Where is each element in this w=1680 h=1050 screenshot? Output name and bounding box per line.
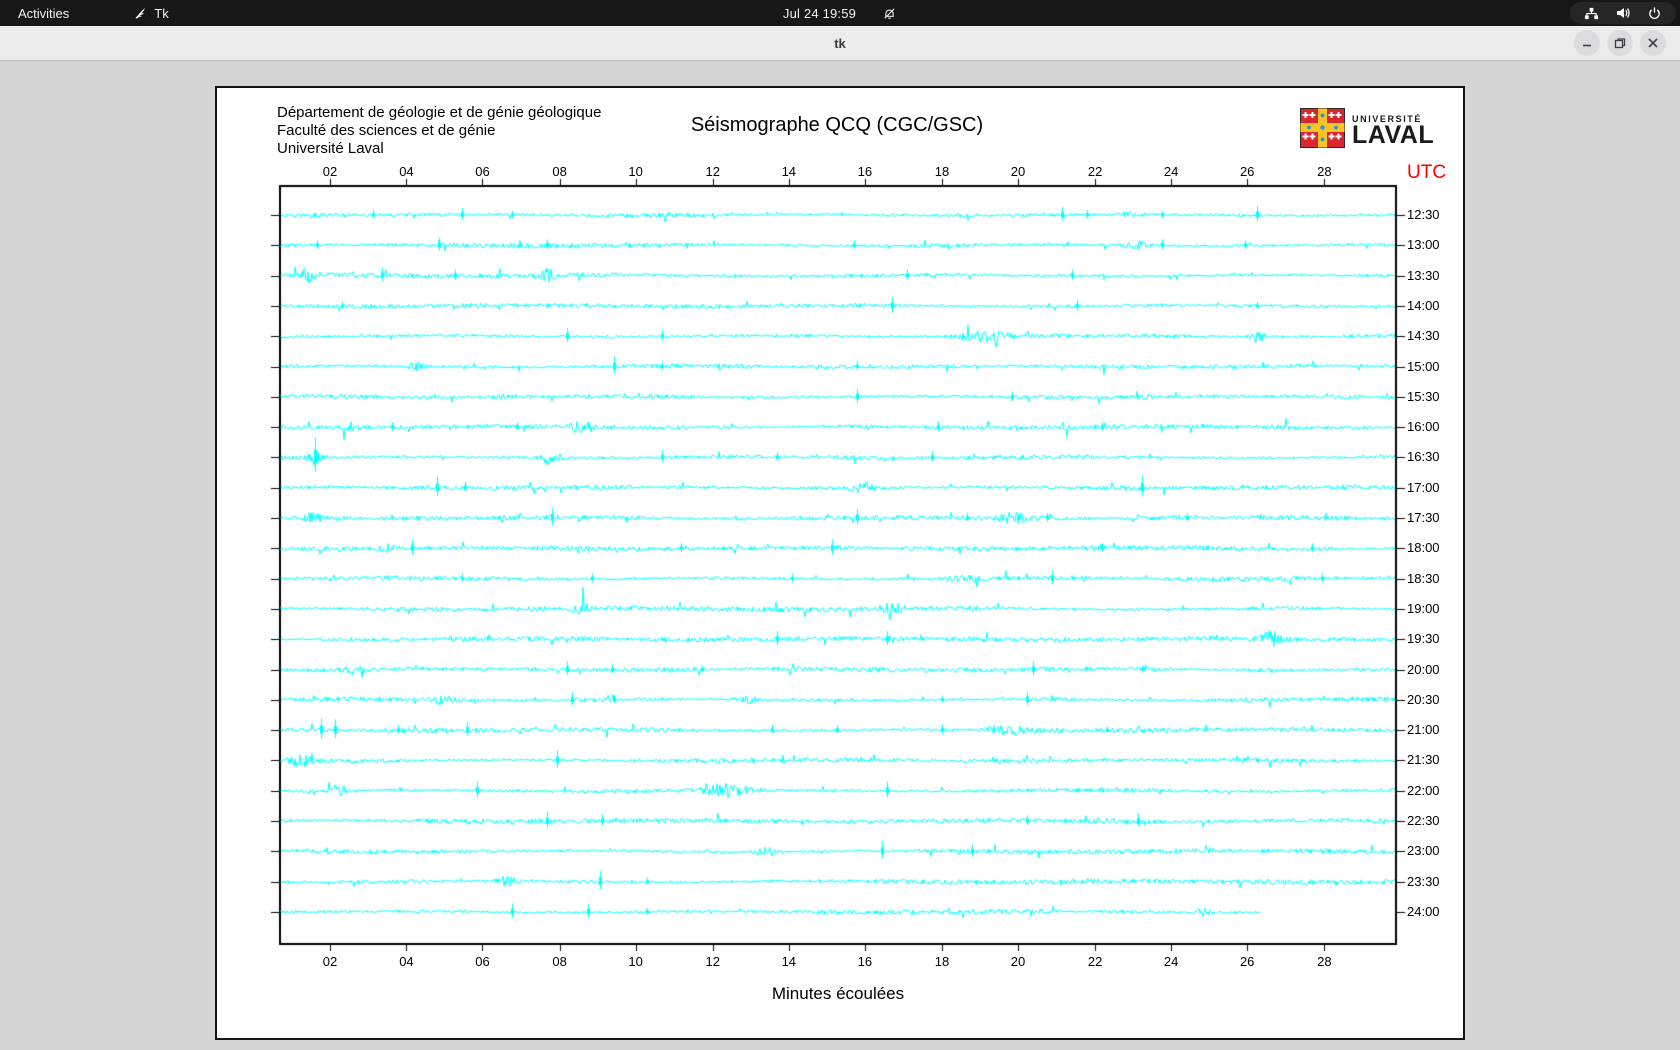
window-titlebar[interactable]: tk (0, 26, 1680, 61)
x-tick-label-top: 24 (1163, 164, 1179, 179)
utc-time-label: 20:30 (1407, 691, 1440, 707)
utc-time-label: 18:00 (1407, 540, 1440, 556)
x-tick-label-bottom: 02 (322, 954, 338, 969)
utc-time-label: 23:30 (1407, 873, 1440, 889)
x-tick-label-bottom: 28 (1317, 954, 1332, 969)
utc-time-label: 12:30 (1407, 207, 1440, 222)
utc-time-label: 18:30 (1407, 570, 1440, 586)
utc-time-label: 15:00 (1407, 358, 1440, 374)
x-tick-label-bottom: 26 (1239, 954, 1255, 969)
seismograph-traces-canvas (217, 88, 1463, 1038)
maximize-button[interactable] (1607, 30, 1633, 56)
power-icon (1647, 6, 1662, 21)
utc-time-label: 19:30 (1407, 631, 1440, 647)
clock[interactable]: Jul 24 19:59 (783, 6, 856, 21)
utc-time-label: 16:30 (1407, 449, 1440, 465)
volume-icon (1615, 5, 1631, 21)
x-tick-label-top: 16 (857, 164, 873, 179)
utc-time-label: 17:00 (1407, 479, 1440, 495)
x-axis-title: Minutes écoulées (771, 984, 905, 1003)
x-tick-label-bottom: 10 (628, 954, 643, 969)
utc-time-label: 19:00 (1407, 600, 1440, 616)
utc-axis-label: UTC (1407, 162, 1447, 183)
bell-muted-icon[interactable] (882, 6, 897, 21)
x-tick-label-bottom: 12 (705, 954, 721, 969)
x-tick-label-bottom: 06 (475, 954, 490, 969)
x-tick-label-top: 10 (628, 164, 643, 179)
tk-window-content: Département de géologie et de génie géol… (0, 61, 1680, 1050)
utc-time-label: 22:00 (1407, 782, 1440, 798)
window-title: tk (834, 35, 846, 51)
x-tick-label-top: 14 (781, 164, 797, 179)
helicorder-plot: 02 02 04 04 06 06 08 08 10 10 12 12 14 14 16 16 18 18 20 20… (217, 88, 1463, 1038)
utc-time-label: 14:30 (1407, 328, 1440, 344)
utc-time-label: 23:00 (1407, 843, 1440, 859)
utc-time-label: 16:00 (1407, 419, 1440, 435)
utc-time-label: 21:30 (1407, 752, 1440, 768)
x-tick-label-bottom: 16 (857, 954, 873, 969)
utc-time-label: 20:00 (1407, 661, 1440, 677)
x-tick-label-top: 06 (475, 164, 490, 179)
utc-time-label: 17:30 (1407, 510, 1440, 525)
utc-time-label: 22:30 (1407, 813, 1440, 828)
utc-time-label: 13:30 (1407, 267, 1440, 283)
x-tick-label-top: 18 (934, 164, 950, 179)
x-tick-label-top: 02 (322, 164, 338, 179)
x-tick-label-bottom: 08 (552, 954, 567, 969)
seismograph-canvas-frame: Département de géologie et de génie géol… (215, 86, 1465, 1040)
x-tick-label-top: 26 (1239, 164, 1255, 179)
close-button[interactable] (1640, 30, 1666, 56)
x-tick-label-bottom: 22 (1087, 954, 1103, 969)
x-tick-label-bottom: 18 (934, 954, 950, 969)
network-icon (1584, 6, 1599, 21)
gnome-top-bar: Activities Tk Jul 24 19:59 (0, 0, 1680, 26)
utc-time-label: 15:30 (1407, 388, 1440, 404)
utc-time-label: 21:00 (1407, 722, 1440, 738)
x-tick-label-bottom: 04 (399, 954, 414, 969)
minimize-button[interactable] (1574, 30, 1600, 56)
system-status-area[interactable] (1570, 2, 1676, 24)
utc-time-label: 24:00 (1407, 903, 1440, 919)
utc-time-label: 14:00 (1407, 297, 1440, 313)
x-tick-label-top: 20 (1010, 164, 1026, 179)
x-tick-label-bottom: 14 (781, 954, 797, 969)
utc-time-label: 13:00 (1407, 237, 1440, 253)
x-tick-label-top: 12 (705, 164, 721, 179)
x-tick-label-top: 04 (399, 164, 414, 179)
x-tick-label-top: 22 (1087, 164, 1103, 179)
x-tick-label-top: 28 (1317, 164, 1332, 179)
x-tick-label-bottom: 24 (1163, 954, 1179, 969)
x-tick-label-top: 08 (552, 164, 567, 179)
x-tick-label-bottom: 20 (1010, 954, 1026, 969)
